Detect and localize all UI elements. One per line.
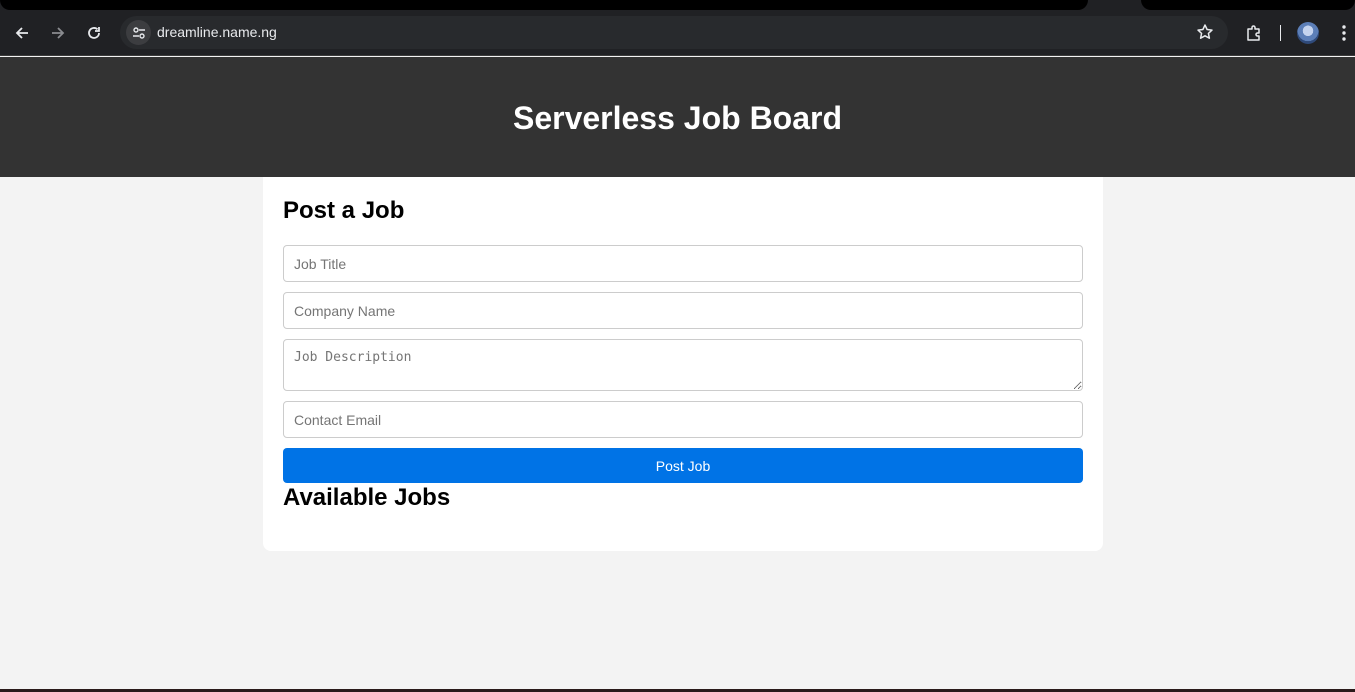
page-title: Serverless Job Board [512, 99, 843, 136]
url-text[interactable]: dreamline.name.ng [157, 24, 277, 40]
post-job-heading: Post a Job [283, 197, 405, 224]
forward-arrow-icon [52, 27, 65, 39]
bookmark-star-icon [1197, 24, 1213, 39]
site-header: Serverless Job Board [0, 57, 1355, 177]
site-info-button[interactable] [126, 20, 151, 45]
back-button[interactable] [9, 20, 35, 46]
post-job-button[interactable]: Post Job [283, 448, 1083, 483]
tab-background-right[interactable] [1141, 0, 1355, 10]
profile-avatar[interactable] [1297, 22, 1319, 44]
more-menu-icon [1342, 25, 1346, 41]
forward-button[interactable] [45, 20, 71, 46]
address-bar[interactable]: dreamline.name.ng [120, 16, 1228, 49]
job-board-card: Post a Job Post Job Available Jobs [263, 177, 1103, 551]
site-info-icon [132, 26, 145, 39]
extensions-icon [1247, 25, 1260, 41]
extensions-button[interactable] [1241, 20, 1267, 46]
back-arrow-icon [15, 27, 28, 39]
company-name-input[interactable] [283, 292, 1083, 329]
bookmark-button[interactable] [1196, 23, 1214, 46]
toolbar-divider [1280, 25, 1281, 41]
available-jobs-heading: Available Jobs [283, 484, 451, 511]
job-title-input[interactable] [283, 245, 1083, 282]
tab-strip [0, 0, 1355, 10]
reload-icon [88, 27, 100, 39]
browser-toolbar: dreamline.name.ng [0, 10, 1355, 56]
tab-background[interactable] [0, 0, 1088, 10]
more-menu-button[interactable] [1331, 20, 1355, 46]
contact-email-input[interactable] [283, 401, 1083, 438]
reload-button[interactable] [81, 20, 107, 46]
job-description-textarea[interactable] [283, 339, 1083, 391]
